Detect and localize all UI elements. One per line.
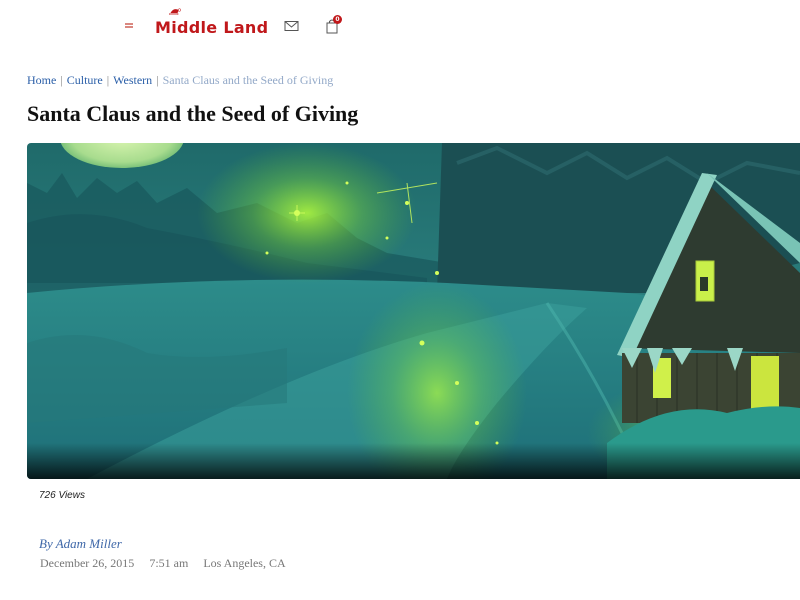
- hero-image: [27, 143, 800, 479]
- breadcrumb: Home | Culture | Western | Santa Claus and the…: [27, 72, 333, 88]
- mail-icon[interactable]: [284, 19, 299, 33]
- site-header: Middle Land 0: [0, 0, 800, 56]
- breadcrumb-culture[interactable]: Culture: [67, 73, 103, 87]
- breadcrumb-separator: |: [60, 73, 63, 87]
- breadcrumb-separator: |: [156, 73, 159, 87]
- page-title: Santa Claus and the Seed of Giving: [27, 101, 359, 126]
- cart-count-badge: 0: [333, 15, 342, 24]
- menu-icon[interactable]: [124, 20, 138, 34]
- breadcrumb-current: Santa Claus and the Seed of Giving: [162, 73, 334, 87]
- breadcrumb-separator: |: [106, 73, 110, 87]
- author-byline[interactable]: By Adam Miller: [39, 536, 122, 552]
- logo-text: Middle Land: [155, 17, 269, 37]
- publish-time: 7:51 am: [149, 556, 189, 570]
- breadcrumb-home[interactable]: Home: [27, 73, 56, 87]
- view-count: 726 Views: [39, 490, 85, 501]
- article-meta: December 26, 2015 7:51 am Los Angeles, C…: [40, 556, 298, 571]
- site-logo[interactable]: Middle Land: [155, 8, 269, 40]
- santa-hat-icon: [169, 8, 181, 15]
- publish-date: December 26, 2015: [40, 556, 135, 570]
- article-location: Los Angeles, CA: [203, 556, 286, 570]
- breadcrumb-western[interactable]: Western: [113, 73, 152, 87]
